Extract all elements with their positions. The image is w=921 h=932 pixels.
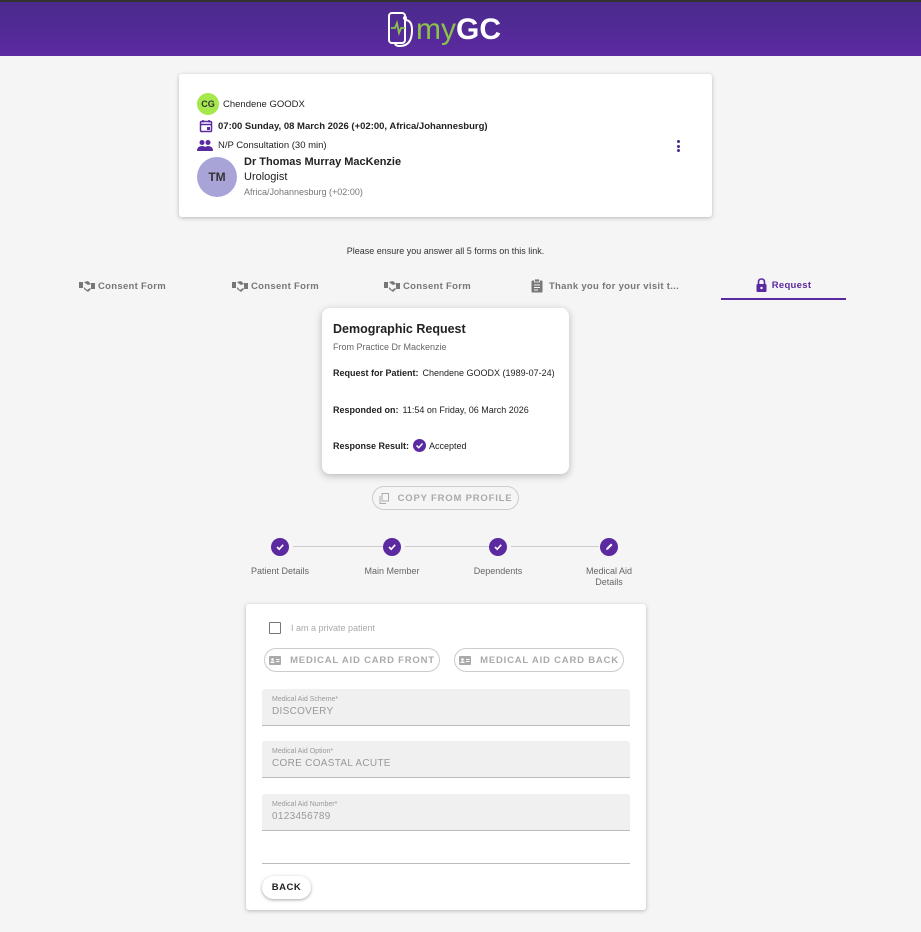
back-button[interactable]: BACK [262,876,311,899]
private-patient-checkbox[interactable] [269,622,281,634]
step-dependents-check-icon[interactable] [489,538,507,556]
medical-aid-card-front-button[interactable]: MEDICAL AID CARD FRONT [264,648,440,672]
appointment-card: CG Chendene GOODX 07:00 Sunday, 08 March… [179,74,712,217]
datetime-row: 07:00 Sunday, 08 March 2026 (+02:00, Afr… [199,119,488,133]
id-card-icon [269,655,282,665]
medical-aid-number-field[interactable]: Medical Aid Number* 0123456789 [262,794,630,831]
private-patient-label: I am a private patient [291,623,376,633]
people-icon [197,140,213,151]
mygc-logo[interactable]: my GC [386,8,501,52]
medical-aid-card-back-button[interactable]: MEDICAL AID CARD BACK [454,648,624,672]
step-main-member-check-icon[interactable] [383,538,401,556]
tab-consent-form-1[interactable]: Consent Form [60,272,185,300]
step-label-dependents: Dependents [473,566,523,576]
doctor-name: Dr Thomas Murray MacKenzie [244,156,402,168]
lock-icon [756,278,767,292]
patient-name: Chendene GOODX [223,98,305,110]
patient-row: CG Chendene GOODX [197,93,305,115]
appointment-datetime: 07:00 Sunday, 08 March 2026 (+02:00, Afr… [218,120,488,132]
handshake-icon [384,281,400,292]
doctor-avatar: TM [197,157,237,197]
top-app-bar: my GC [0,0,921,56]
form-tabs: Consent Form Consent Form Consent Form T… [60,272,860,300]
tab-consent-form-3[interactable]: Consent Form [365,272,490,300]
step-connector [405,546,489,547]
medical-aid-form: I am a private patient MEDICAL AID CARD … [246,604,646,910]
step-connector [511,546,599,547]
consultation-row: N/P Consultation (30 min) [197,138,327,152]
form-stepper: Patient Details Main Member Dependents M… [240,536,660,596]
request-patient-line: Request for Patient: Chendene GOODX (198… [333,368,555,378]
step-label-main-member: Main Member [364,566,420,576]
responded-on-line: Responded on: 11:54 on Friday, 06 March … [333,405,529,415]
demographic-request-card: Demographic Request From Practice Dr Mac… [322,308,569,474]
doctor-timezone: Africa/Johannesburg (+02:00) [244,187,363,197]
step-medical-aid-pencil-icon[interactable] [600,538,618,556]
medical-aid-scheme-field[interactable]: Medical Aid Scheme* DISCOVERY [262,689,630,726]
doctor-specialty: Urologist [244,171,288,183]
logo-my-text: my [416,13,456,46]
more-options-icon[interactable] [673,138,683,154]
id-card-icon [459,655,472,665]
response-result-value: Accepted [429,440,467,451]
step-label-medical-aid-details: Medical Aid Details [585,566,633,587]
step-connector [293,546,383,547]
response-result-line: Response Result: Accepted [333,439,467,452]
copy-from-profile-button[interactable]: COPY FROM PROFILE [372,486,519,510]
handshake-icon [232,281,248,292]
request-title: Demographic Request [333,322,466,336]
stethoscope-phone-icon [388,12,414,48]
private-patient-row: I am a private patient [269,622,375,634]
empty-field-underline[interactable] [262,863,630,864]
request-subtitle: From Practice Dr Mackenzie [333,342,447,352]
copy-icon [379,492,389,504]
clipboard-icon [531,279,543,293]
handshake-icon [79,281,95,292]
check-circle-icon [413,439,427,452]
step-label-patient-details: Patient Details [250,566,310,576]
tab-consent-form-2[interactable]: Consent Form [213,272,338,300]
medical-aid-option-field[interactable]: Medical Aid Option* CORE COASTAL ACUTE [262,741,630,778]
consultation-type: N/P Consultation (30 min) [218,139,327,151]
tab-thank-you[interactable]: Thank you for your visit t... [520,272,690,300]
patient-avatar: CG [197,93,219,115]
logo-gc-text: GC [456,13,501,46]
step-patient-details-check-icon[interactable] [271,538,289,556]
forms-notice: Please ensure you answer all 5 forms on … [346,246,545,256]
calendar-icon [199,120,213,133]
tab-request[interactable]: Request [721,272,846,300]
